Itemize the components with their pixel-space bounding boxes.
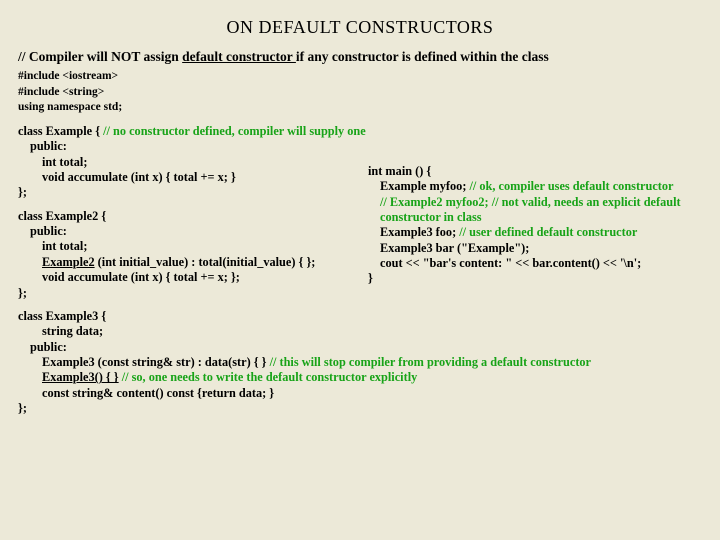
using-namespace: using namespace std; — [18, 100, 702, 116]
main-decl: int main () { — [368, 164, 708, 179]
ex3-close: }; — [18, 401, 702, 416]
ex1-comment: // no constructor defined, compiler will… — [103, 124, 366, 138]
ex1-close: }; — [18, 185, 358, 200]
ex1-public: public: — [18, 139, 358, 154]
main-foo: Example3 foo; — [380, 225, 459, 239]
main-myfoo: Example myfoo; — [380, 179, 469, 193]
include-iostream: #include <iostream> — [18, 69, 702, 85]
main-myfoo2: // Example2 myfoo2; — [380, 195, 492, 209]
subtitle: // Compiler will NOT assign default cons… — [18, 49, 702, 66]
code-area: class Example { // no constructor define… — [18, 124, 702, 416]
ex2-decl: class Example2 { — [18, 209, 358, 224]
subtitle-underline: default constructor — [182, 49, 296, 64]
ex3-content: const string& content() const {return da… — [18, 386, 702, 401]
main-foo-comment: // user defined default constructor — [459, 225, 637, 239]
ex2-ctor-name: Example2 — [42, 255, 95, 269]
subtitle-post: if any constructor is defined within the… — [296, 49, 549, 64]
ex2-close: }; — [18, 286, 358, 301]
ex3-ctor2: Example3() { } — [42, 370, 119, 384]
ex3-ctor1: Example3 (const string& str) : data(str)… — [42, 355, 270, 369]
ex2-accumulate: void accumulate (int x) { total += x; }; — [18, 270, 358, 285]
ex3-ctor2-comment: // so, one needs to write the default co… — [119, 370, 418, 384]
main-myfoo-comment: // ok, compiler uses default constructor — [469, 179, 673, 193]
ex3-data: string data; — [18, 324, 702, 339]
ex3-ctor1-comment: // this will stop compiler from providin… — [270, 355, 591, 369]
example2-block: class Example2 { public: int total; Exam… — [18, 209, 358, 301]
page-title: ON DEFAULT CONSTRUCTORS — [18, 16, 702, 39]
subtitle-pre: // Compiler will NOT assign — [18, 49, 182, 64]
ex3-public: public: — [18, 340, 702, 355]
main-close: } — [368, 271, 708, 286]
example3-block: class Example3 { string data; public: Ex… — [18, 309, 702, 417]
ex2-ctor-rest: (int initial_value) : total(initial_valu… — [95, 255, 316, 269]
main-cout: cout << "bar's content: " << bar.content… — [368, 256, 708, 271]
example1-block: class Example { // no constructor define… — [18, 124, 358, 201]
ex1-total: int total; — [18, 155, 358, 170]
ex1-accumulate: void accumulate (int x) { total += x; } — [18, 170, 358, 185]
ex2-public: public: — [18, 224, 358, 239]
left-column: class Example { // no constructor define… — [18, 124, 358, 301]
includes-block: #include <iostream> #include <string> us… — [18, 69, 702, 116]
main-block: int main () { Example myfoo; // ok, comp… — [368, 164, 708, 287]
ex3-decl: class Example3 { — [18, 309, 702, 324]
ex2-total: int total; — [18, 239, 358, 254]
include-string: #include <string> — [18, 85, 702, 101]
main-bar: Example3 bar ("Example"); — [368, 241, 708, 256]
ex1-decl: class Example { — [18, 124, 103, 138]
